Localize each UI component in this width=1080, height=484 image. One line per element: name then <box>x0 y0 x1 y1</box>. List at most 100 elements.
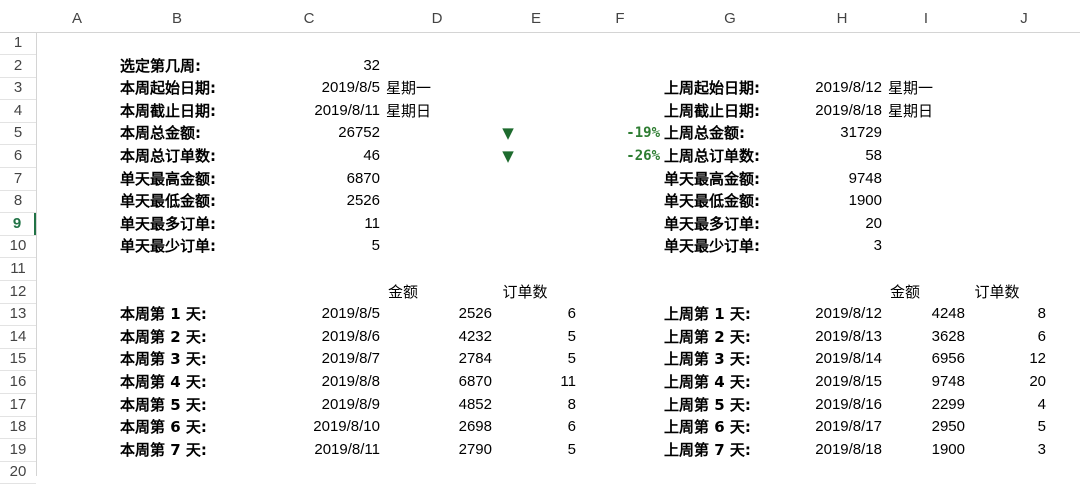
this-week-summary-value[interactable]: 6870 <box>236 168 380 190</box>
last-week-summary-value[interactable]: 31729 <box>790 122 882 144</box>
row-header-18[interactable]: 18 <box>0 416 36 438</box>
last-week-day-orders[interactable]: 4 <box>968 394 1046 416</box>
row-header-5[interactable]: 5 <box>0 122 36 144</box>
this-week-day-date[interactable]: 2019/8/10 <box>236 416 380 438</box>
this-week-day-amount[interactable]: 6870 <box>382 371 492 393</box>
this-week-day-orders[interactable]: 6 <box>492 416 576 438</box>
last-week-summary-value[interactable]: 2019/8/18 <box>790 100 882 122</box>
this-week-summary-value[interactable]: 5 <box>236 235 380 257</box>
last-week-summary-value[interactable]: 9748 <box>790 168 882 190</box>
this-week-day-amount[interactable]: 2698 <box>382 416 492 438</box>
row-header-3[interactable]: 3 <box>0 77 36 99</box>
this-week-summary-value[interactable]: 46 <box>236 145 380 167</box>
column-header-f[interactable]: F <box>580 0 660 32</box>
row-header-6[interactable]: 6 <box>0 145 36 167</box>
this-week-summary-value[interactable]: 11 <box>236 213 380 235</box>
last-week-day-orders[interactable]: 20 <box>968 371 1046 393</box>
this-week-summary-value[interactable]: 2526 <box>236 190 380 212</box>
last-week-day-date[interactable]: 2019/8/14 <box>790 348 882 370</box>
this-week-orders-header[interactable]: 订单数 <box>492 281 558 303</box>
this-week-day-date[interactable]: 2019/8/5 <box>236 303 380 325</box>
this-week-amount-header[interactable]: 金额 <box>382 281 424 303</box>
row-header-15[interactable]: 15 <box>0 348 36 370</box>
this-week-day-date[interactable]: 2019/8/7 <box>236 348 380 370</box>
row-header-4[interactable]: 4 <box>0 100 36 122</box>
column-header-e[interactable]: E <box>492 0 580 32</box>
week-select-value[interactable]: 32 <box>236 55 380 77</box>
this-week-day-orders[interactable]: 6 <box>492 303 576 325</box>
this-week-day-amount[interactable]: 2526 <box>382 303 492 325</box>
row-header-14[interactable]: 14 <box>0 326 36 348</box>
column-header-b[interactable]: B <box>118 0 236 32</box>
change-percent[interactable]: -26% <box>580 145 660 167</box>
this-week-day-amount[interactable]: 2784 <box>382 348 492 370</box>
last-week-day-amount[interactable]: 4248 <box>884 303 965 325</box>
last-week-day-amount[interactable]: 2950 <box>884 416 965 438</box>
this-week-day-orders[interactable]: 11 <box>492 371 576 393</box>
this-week-day-date[interactable]: 2019/8/11 <box>236 439 380 461</box>
column-header-d[interactable]: D <box>382 0 492 32</box>
last-week-day-date[interactable]: 2019/8/12 <box>790 303 882 325</box>
column-header-a[interactable]: A <box>36 0 118 32</box>
this-week-day-date[interactable]: 2019/8/8 <box>236 371 380 393</box>
last-week-summary-value[interactable]: 58 <box>790 145 882 167</box>
column-header-c[interactable]: C <box>236 0 382 32</box>
row-header-9[interactable]: 9 <box>0 213 36 235</box>
last-week-day-orders[interactable]: 12 <box>968 348 1046 370</box>
row-header-16[interactable]: 16 <box>0 371 36 393</box>
this-week-summary-value[interactable]: 2019/8/5 <box>236 77 380 99</box>
last-week-summary-value[interactable]: 2019/8/12 <box>790 77 882 99</box>
last-week-day-date[interactable]: 2019/8/16 <box>790 394 882 416</box>
last-week-day-orders[interactable]: 3 <box>968 439 1046 461</box>
last-week-weekday[interactable]: 星期日 <box>888 100 933 122</box>
row-header-17[interactable]: 17 <box>0 394 36 416</box>
column-header-h[interactable]: H <box>800 0 884 32</box>
last-week-summary-value[interactable]: 1900 <box>790 190 882 212</box>
row-header-1[interactable]: 1 <box>0 32 36 54</box>
last-week-orders-header[interactable]: 订单数 <box>964 281 1030 303</box>
row-header-2[interactable]: 2 <box>0 55 36 77</box>
this-week-weekday[interactable]: 星期一 <box>386 77 431 99</box>
row-header-7[interactable]: 7 <box>0 168 36 190</box>
row-header-8[interactable]: 8 <box>0 190 36 212</box>
last-week-day-orders[interactable]: 6 <box>968 326 1046 348</box>
this-week-day-amount[interactable]: 4232 <box>382 326 492 348</box>
row-header-20[interactable]: 20 <box>0 461 36 483</box>
row-header-10[interactable]: 10 <box>0 235 36 257</box>
column-header-j[interactable]: J <box>968 0 1080 32</box>
row-header-13[interactable]: 13 <box>0 303 36 325</box>
row-header-12[interactable]: 12 <box>0 281 36 303</box>
last-week-day-orders[interactable]: 8 <box>968 303 1046 325</box>
last-week-day-amount[interactable]: 6956 <box>884 348 965 370</box>
this-week-day-amount[interactable]: 2790 <box>382 439 492 461</box>
row-header-11[interactable]: 11 <box>0 258 36 280</box>
last-week-day-amount[interactable]: 3628 <box>884 326 965 348</box>
this-week-summary-value[interactable]: 26752 <box>236 122 380 144</box>
last-week-summary-value[interactable]: 20 <box>790 213 882 235</box>
row-header-19[interactable]: 19 <box>0 439 36 461</box>
this-week-day-amount[interactable]: 4852 <box>382 394 492 416</box>
column-header-i[interactable]: I <box>884 0 968 32</box>
this-week-day-orders[interactable]: 5 <box>492 326 576 348</box>
last-week-summary-label: 上周总金额: <box>664 124 745 142</box>
last-week-day-date[interactable]: 2019/8/13 <box>790 326 882 348</box>
this-week-day-date[interactable]: 2019/8/9 <box>236 394 380 416</box>
last-week-day-orders[interactable]: 5 <box>968 416 1046 438</box>
last-week-day-amount[interactable]: 2299 <box>884 394 965 416</box>
column-header-g[interactable]: G <box>660 0 800 32</box>
last-week-amount-header[interactable]: 金额 <box>884 281 926 303</box>
last-week-day-date[interactable]: 2019/8/15 <box>790 371 882 393</box>
last-week-weekday[interactable]: 星期一 <box>888 77 933 99</box>
this-week-day-date[interactable]: 2019/8/6 <box>236 326 380 348</box>
last-week-summary-value[interactable]: 3 <box>790 235 882 257</box>
last-week-day-amount[interactable]: 9748 <box>884 371 965 393</box>
this-week-day-orders[interactable]: 5 <box>492 439 576 461</box>
this-week-day-orders[interactable]: 8 <box>492 394 576 416</box>
last-week-day-amount[interactable]: 1900 <box>884 439 965 461</box>
this-week-summary-value[interactable]: 2019/8/11 <box>236 100 380 122</box>
this-week-day-orders[interactable]: 5 <box>492 348 576 370</box>
change-percent[interactable]: -19% <box>580 122 660 144</box>
this-week-weekday[interactable]: 星期日 <box>386 100 431 122</box>
last-week-day-date[interactable]: 2019/8/17 <box>790 416 882 438</box>
last-week-day-date[interactable]: 2019/8/18 <box>790 439 882 461</box>
